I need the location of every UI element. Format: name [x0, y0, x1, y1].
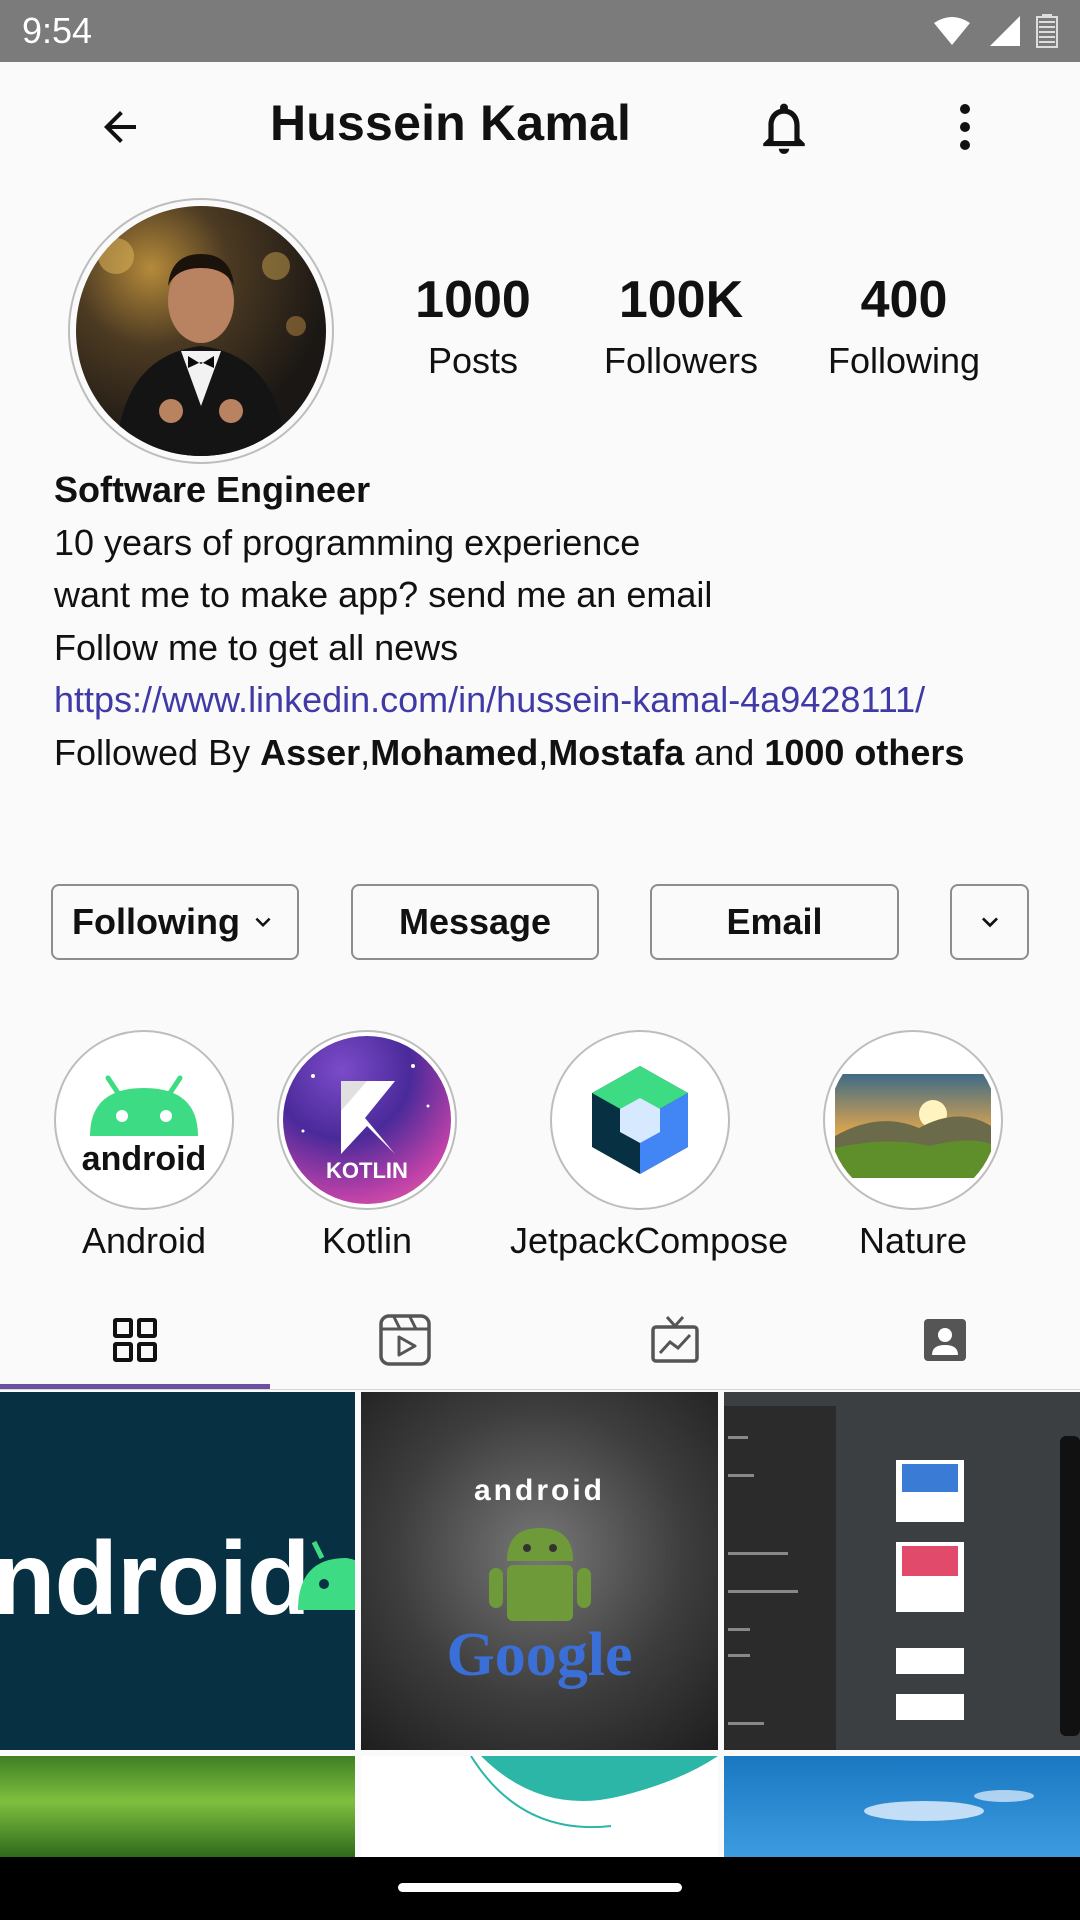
post-tile-top-text: android	[474, 1474, 605, 1507]
profile-avatar[interactable]	[68, 198, 334, 464]
highlight-label: Android	[81, 1220, 207, 1261]
reels-icon	[379, 1314, 431, 1366]
highlight-circle: KOTLIN	[277, 1030, 457, 1210]
following-button[interactable]: Following	[51, 884, 299, 960]
email-button[interactable]: Email	[650, 884, 899, 960]
post-tile-bottom-text: Google	[446, 1621, 633, 1689]
profile-photo	[76, 206, 326, 456]
followed-by[interactable]: Followed By Asser,Mohamed,Mostafa and 10…	[54, 727, 1044, 780]
highlight-android[interactable]: android Android	[54, 1030, 234, 1262]
content-tabs	[0, 1290, 1080, 1390]
email-button-label: Email	[726, 901, 823, 942]
posts-stat[interactable]: 1000 Posts	[400, 270, 546, 382]
message-button-label: Message	[398, 901, 552, 942]
highlight-nature[interactable]: Nature	[823, 1030, 1003, 1262]
landscape-photo-icon	[829, 1036, 997, 1204]
android-logo-icon: android	[60, 1036, 228, 1204]
bio-section: Software Engineer 10 years of programmin…	[54, 464, 1044, 779]
chevron-down-icon	[255, 917, 271, 927]
android-head-icon	[298, 1540, 355, 1610]
more-vert-icon	[960, 104, 970, 150]
tab-divider	[0, 1389, 1080, 1390]
bio-link[interactable]: https://www.linkedin.com/in/hussein-kama…	[54, 674, 1044, 727]
post-tile-text: ndroid	[0, 1521, 310, 1637]
followers-stat[interactable]: 100K Followers	[596, 270, 766, 382]
posts-count: 1000	[415, 271, 531, 329]
post-tile[interactable]: android Google	[361, 1392, 718, 1750]
tab-tv[interactable]	[540, 1290, 810, 1390]
bio-line: want me to make app? send me an email	[54, 574, 713, 615]
tab-grid[interactable]	[0, 1290, 270, 1390]
sky-clouds-icon	[864, 1790, 1034, 1821]
followers-count: 100K	[618, 271, 744, 329]
battery-icon	[1036, 14, 1058, 48]
suggestions-dropdown-button[interactable]	[950, 884, 1029, 960]
status-time: 9:54	[22, 10, 93, 51]
post-tile[interactable]	[0, 1756, 355, 1857]
following-stat[interactable]: 400 Following	[818, 270, 990, 382]
android-wordmark: android	[81, 1140, 207, 1178]
highlight-label: Kotlin	[321, 1220, 413, 1261]
post-tile[interactable]	[361, 1756, 718, 1857]
follower-name: Mostafa	[548, 731, 685, 773]
highlight-kotlin[interactable]: KOTLIN Kotlin	[277, 1030, 457, 1262]
highlight-label: JetpackCompose	[510, 1220, 789, 1261]
followers-label: Followers	[603, 340, 759, 381]
highlight-circle	[550, 1030, 730, 1210]
bio-line: Follow me to get all news	[54, 626, 459, 668]
tagged-person-icon	[924, 1319, 966, 1361]
android-robot-icon	[489, 1528, 591, 1621]
bio-title: Software Engineer	[54, 469, 371, 510]
person-photo-icon	[98, 238, 306, 456]
follower-name: Mohamed	[370, 731, 539, 773]
highlight-label: Nature	[858, 1220, 968, 1261]
bell-icon	[763, 103, 805, 154]
wifi-icon	[934, 17, 970, 45]
posts-label: Posts	[427, 340, 519, 381]
chevron-down-icon	[981, 917, 998, 928]
page-title: Hussein Kamal	[270, 95, 632, 151]
followed-by-connector: and	[684, 731, 765, 773]
kotlin-logo-icon: KOTLIN	[283, 1036, 451, 1204]
highlight-circle: android	[54, 1030, 234, 1210]
home-gesture-handle[interactable]	[398, 1883, 682, 1892]
followed-by-prefix: Followed By	[54, 731, 261, 773]
status-icons	[932, 14, 1058, 48]
signal-icon	[990, 16, 1020, 46]
bio-line: 10 years of programming experience	[54, 521, 641, 563]
grid-icon	[113, 1318, 157, 1362]
post-tile[interactable]: ndroid	[0, 1392, 355, 1750]
posts-grid: ndroid android Google	[0, 1392, 1080, 1857]
post-tile[interactable]	[724, 1756, 1080, 1857]
tab-reels[interactable]	[270, 1290, 540, 1390]
status-bar: 9:54	[0, 0, 1080, 62]
back-button[interactable]	[90, 97, 150, 157]
post-tile[interactable]	[724, 1392, 1080, 1750]
more-options-button[interactable]	[935, 97, 995, 157]
following-button-label: Following	[72, 901, 240, 942]
kotlin-badge: KOTLIN	[326, 1158, 408, 1183]
following-count: 400	[860, 271, 948, 329]
tab-tagged[interactable]	[810, 1290, 1080, 1390]
arrow-back-icon	[104, 111, 136, 143]
wave-graphic-icon	[470, 1756, 718, 1829]
tv-icon	[651, 1316, 699, 1363]
jetpack-compose-logo-icon	[556, 1036, 724, 1204]
top-app-bar: Hussein Kamal	[0, 62, 1080, 192]
following-label: Following	[827, 340, 981, 381]
followed-by-others: 1000 others	[764, 731, 965, 773]
message-button[interactable]: Message	[351, 884, 599, 960]
highlight-jetpack-compose[interactable]: JetpackCompose	[510, 1030, 788, 1262]
highlight-circle	[823, 1030, 1003, 1210]
notifications-button[interactable]	[752, 97, 816, 161]
follower-name: Asser	[260, 731, 361, 773]
code-editor-screenshot-icon	[724, 1392, 1080, 1750]
